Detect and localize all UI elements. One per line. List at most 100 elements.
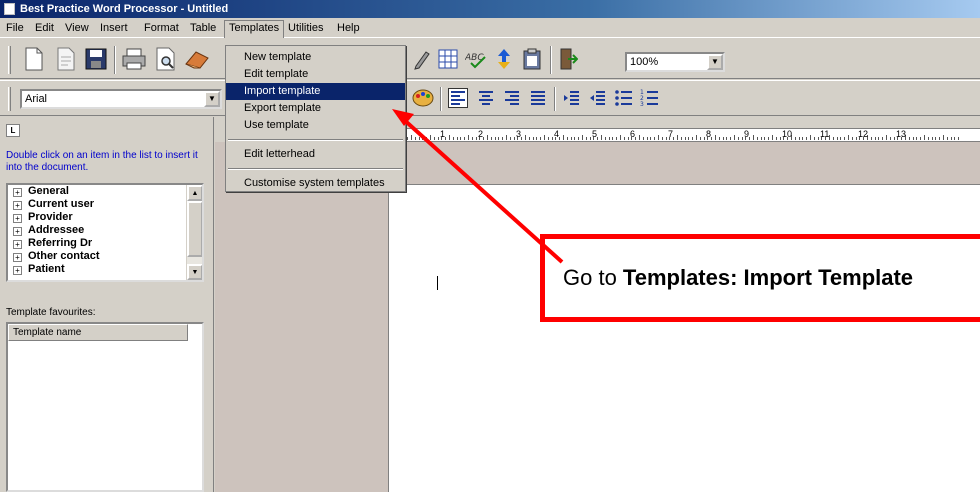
palette-icon[interactable] xyxy=(410,84,436,112)
ruler-tick xyxy=(646,137,648,140)
expand-icon[interactable]: + xyxy=(13,266,22,275)
font-select[interactable]: Arial ▼ xyxy=(20,89,222,109)
indent-decrease-icon[interactable] xyxy=(586,84,610,112)
clipboard-icon[interactable] xyxy=(520,44,544,74)
tree-item-patient[interactable]: + Patient xyxy=(8,263,202,276)
menu-format[interactable]: Format xyxy=(140,20,183,36)
horizontal-ruler[interactable]: 1 2 3 4 5 6 7 8 9 10 11 12 13 xyxy=(388,128,980,142)
tree-item-provider[interactable]: + Provider xyxy=(8,211,202,224)
ruler-tick xyxy=(715,135,716,140)
new-document-icon[interactable] xyxy=(20,44,48,74)
ruler-tick xyxy=(764,137,766,140)
expand-icon[interactable]: + xyxy=(13,253,22,262)
ruler-tick xyxy=(851,137,853,140)
print-preview-icon[interactable] xyxy=(152,44,180,74)
spelling-abc-icon[interactable]: ABC xyxy=(464,44,490,74)
menu-item-edit-template[interactable]: Edit template xyxy=(226,66,405,83)
menu-item-import-template[interactable]: Import template xyxy=(226,83,405,100)
ruler-number: 6 xyxy=(630,129,636,139)
ruler-tick xyxy=(661,137,663,140)
menu-item-edit-letterhead[interactable]: Edit letterhead xyxy=(226,146,405,163)
menu-help[interactable]: Help xyxy=(333,20,364,36)
numbered-list-icon[interactable]: 123 xyxy=(638,84,662,112)
eraser-icon[interactable] xyxy=(182,44,212,74)
expand-icon[interactable]: + xyxy=(13,240,22,249)
print-icon[interactable] xyxy=(120,44,148,74)
panel-splitter[interactable] xyxy=(210,117,214,492)
new-template-icon[interactable] xyxy=(52,44,80,74)
tree-item-referring-dr[interactable]: + Referring Dr xyxy=(8,237,202,250)
tree-item-addressee[interactable]: + Addressee xyxy=(8,224,202,237)
tree-item-general[interactable]: + General xyxy=(8,185,202,198)
zoom-select[interactable]: 100% ▼ xyxy=(625,52,725,72)
scroll-down-icon[interactable]: ▼ xyxy=(187,264,202,280)
save-icon[interactable] xyxy=(82,44,110,74)
tab-stop-selector[interactable]: L xyxy=(6,124,20,137)
menu-item-new-template[interactable]: New template xyxy=(226,49,405,66)
menu-view[interactable]: View xyxy=(61,20,93,36)
ruler-tick xyxy=(540,137,542,140)
align-left-icon[interactable] xyxy=(446,84,470,112)
align-center-icon[interactable] xyxy=(474,84,498,112)
expand-icon[interactable]: + xyxy=(13,188,22,197)
toolbar-grip[interactable] xyxy=(8,46,11,74)
ruler-tick xyxy=(616,137,618,140)
chevron-down-icon[interactable]: ▼ xyxy=(707,54,723,70)
spell-check-pen-icon[interactable] xyxy=(410,44,434,74)
tree-item-current-user[interactable]: + Current user xyxy=(8,198,202,211)
tree-item-other-contact[interactable]: + Other contact xyxy=(8,250,202,263)
exit-door-icon[interactable] xyxy=(556,44,580,74)
ruler-tick xyxy=(768,137,770,140)
ruler-tick xyxy=(563,135,564,140)
tree-scrollbar[interactable]: ▲ ▼ xyxy=(186,185,202,280)
align-right-icon[interactable] xyxy=(500,84,524,112)
menu-item-export-template[interactable]: Export template xyxy=(226,100,405,117)
ruler-tick xyxy=(471,137,473,140)
menu-templates[interactable]: Templates xyxy=(224,20,285,38)
chevron-down-icon[interactable]: ▼ xyxy=(204,91,220,107)
ruler-tick xyxy=(832,137,834,140)
standard-toolbar: ABC 100% ▼ xyxy=(0,37,980,79)
toolbar-grip[interactable] xyxy=(8,87,11,111)
ruler-tick xyxy=(692,137,694,140)
formatting-toolbar: Arial ▼ 123 xyxy=(0,80,980,116)
ruler-tick xyxy=(924,135,925,140)
sort-arrows-icon[interactable] xyxy=(492,44,516,74)
menu-item-use-template[interactable]: Use template xyxy=(226,117,405,134)
expand-icon[interactable]: + xyxy=(13,214,22,223)
ruler-tick xyxy=(749,137,751,140)
ruler-number: 13 xyxy=(896,129,907,139)
ruler-tick xyxy=(589,137,591,140)
expand-icon[interactable]: + xyxy=(13,227,22,236)
ruler-tick xyxy=(779,137,781,140)
menu-item-customise-system-templates[interactable]: Customise system templates xyxy=(226,175,405,192)
ruler-tick xyxy=(810,135,811,140)
ruler-tick xyxy=(703,137,705,140)
indent-increase-icon[interactable] xyxy=(560,84,584,112)
menu-edit[interactable]: Edit xyxy=(31,20,58,36)
table-icon[interactable] xyxy=(436,44,460,74)
expand-icon[interactable]: + xyxy=(13,201,22,210)
bullet-list-icon[interactable] xyxy=(612,84,636,112)
menu-insert[interactable]: Insert xyxy=(96,20,132,36)
favourites-list[interactable]: Template name xyxy=(6,322,204,492)
justify-icon[interactable] xyxy=(526,84,550,112)
ruler-tick xyxy=(680,137,682,140)
ruler-tick xyxy=(878,137,880,140)
ruler-tick xyxy=(418,137,420,140)
ruler-tick xyxy=(544,135,545,140)
document-page[interactable] xyxy=(388,184,980,492)
menu-table[interactable]: Table xyxy=(186,20,220,36)
scroll-thumb[interactable] xyxy=(187,201,202,257)
field-tree[interactable]: + General + Current user + Provider + Addres… xyxy=(6,183,204,282)
menu-file[interactable]: File xyxy=(2,20,28,36)
ruler-tick xyxy=(627,137,629,140)
ruler-tick xyxy=(445,137,447,140)
ruler-tick xyxy=(688,137,690,140)
ruler-tick xyxy=(642,137,644,140)
menu-utilities[interactable]: Utilities xyxy=(284,20,327,36)
scroll-up-icon[interactable]: ▲ xyxy=(187,185,202,201)
column-header-template-name[interactable]: Template name xyxy=(8,324,188,341)
ruler-tick xyxy=(737,137,739,140)
ruler-tick xyxy=(422,137,424,140)
